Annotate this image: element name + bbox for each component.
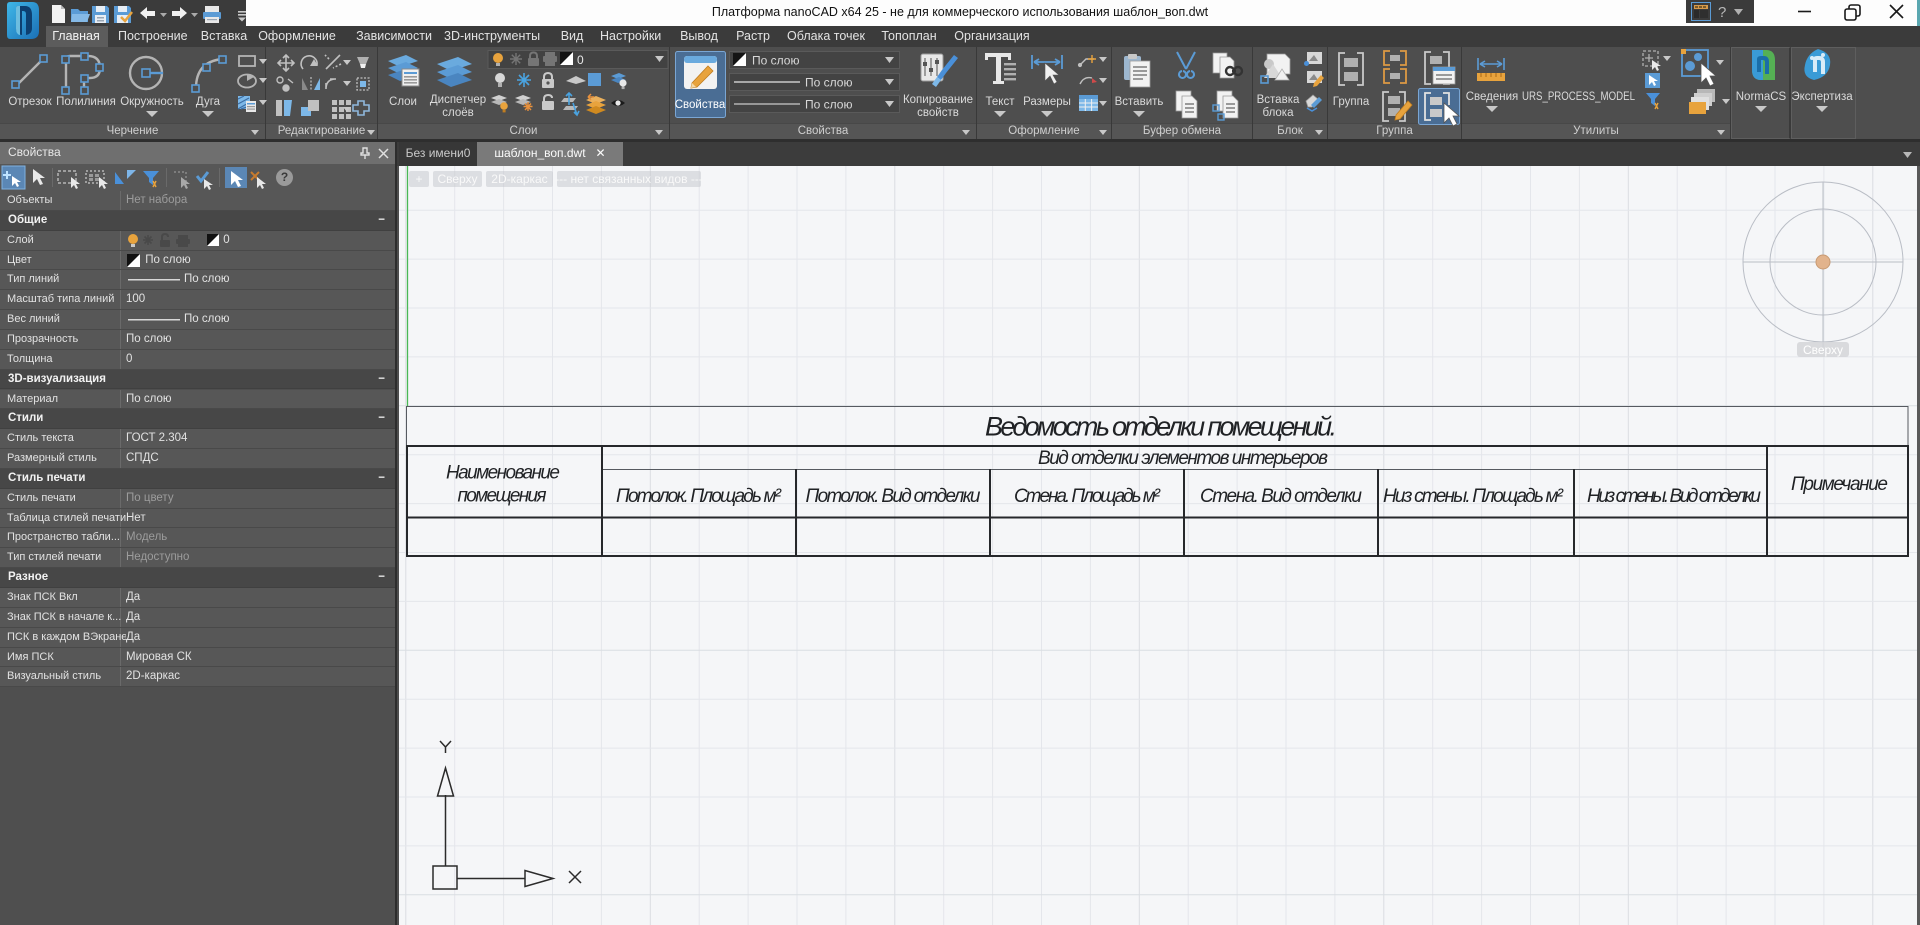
- svg-text:Дуга: Дуга: [196, 96, 221, 108]
- svg-text:Потолок. Вид отделки: Потолок. Вид отделки: [806, 486, 981, 507]
- svg-text:Копирование: Копирование: [903, 94, 973, 106]
- svg-text:Сверху: Сверху: [1803, 343, 1843, 357]
- svg-text:Стена. Площадь м²: Стена. Площадь м²: [1014, 486, 1161, 507]
- svg-text:помещения: помещения: [458, 486, 547, 507]
- svg-text:Потолок. Площадь м²: Потолок. Площадь м²: [616, 486, 782, 507]
- svg-text:Ведомость отделки помещений.: Ведомость отделки помещений.: [985, 412, 1337, 442]
- svg-text:Сверху: Сверху: [437, 172, 477, 186]
- svg-text:Низ стены. Площадь м²: Низ стены. Площадь м²: [1383, 486, 1564, 507]
- svg-text:слоёв: слоёв: [442, 107, 474, 119]
- svg-text:Размеры: Размеры: [1023, 96, 1071, 108]
- svg-text:+: +: [415, 172, 422, 186]
- svg-text:Стена. Вид отделки: Стена. Вид отделки: [1200, 486, 1362, 507]
- svg-text:URS_PROCESS_MODEL: URS_PROCESS_MODEL: [1522, 89, 1635, 103]
- svg-text:Отрезок: Отрезок: [8, 96, 52, 108]
- svg-text:По слою: По слою: [752, 54, 799, 68]
- svg-text:По слою: По слою: [805, 98, 852, 112]
- svg-text:Вставить: Вставить: [1115, 96, 1164, 108]
- svg-text:--- нет связанных видов ---: --- нет связанных видов ---: [555, 172, 703, 186]
- svg-text:Окружность: Окружность: [120, 96, 184, 108]
- svg-text:По слою: По слою: [805, 76, 852, 90]
- svg-text:Свойства: Свойства: [675, 99, 726, 111]
- svg-text:?: ?: [1718, 4, 1726, 21]
- svg-text:Сведения: Сведения: [1466, 91, 1519, 103]
- svg-text:Текст: Текст: [986, 96, 1016, 108]
- svg-text:Диспетчер: Диспетчер: [430, 94, 486, 106]
- svg-text:Низ стены. Вид отделки: Низ стены. Вид отделки: [1587, 486, 1761, 507]
- svg-text:Слои: Слои: [389, 96, 417, 108]
- svg-text:Экспертиза: Экспертиза: [1791, 91, 1853, 103]
- svg-text:блока: блока: [1263, 107, 1295, 119]
- svg-text:свойств: свойств: [917, 107, 959, 119]
- svg-text:Вид отделки элементов интерьер: Вид отделки элементов интерьеров: [1038, 448, 1328, 469]
- svg-text:Вставка: Вставка: [1257, 94, 1300, 106]
- svg-text:Наименование: Наименование: [446, 463, 560, 484]
- svg-text:0: 0: [577, 53, 584, 67]
- svg-text:2D-каркас: 2D-каркас: [491, 172, 547, 186]
- svg-text:Полилиния: Полилиния: [56, 96, 116, 108]
- svg-text:Группа: Группа: [1333, 96, 1370, 108]
- svg-text:NormaCS: NormaCS: [1736, 91, 1787, 103]
- svg-text:Примечание: Примечание: [1791, 474, 1888, 495]
